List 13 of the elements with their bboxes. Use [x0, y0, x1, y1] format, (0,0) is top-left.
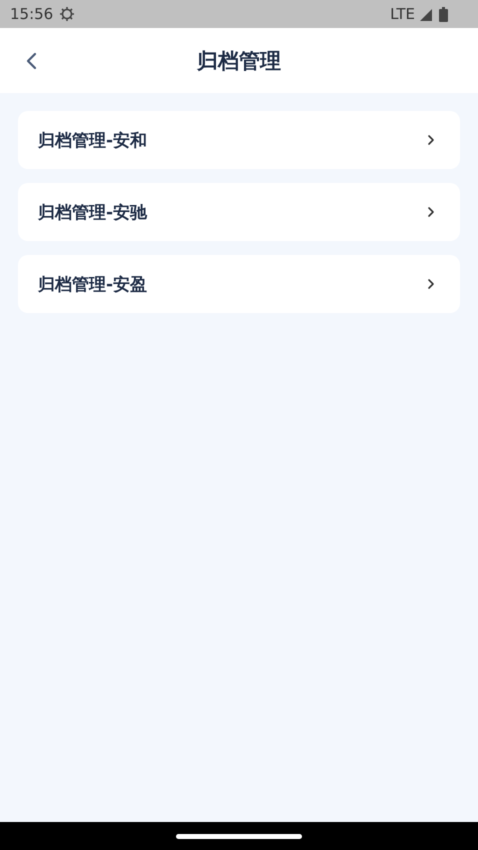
- chevron-icon: [426, 134, 436, 146]
- battery-icon: [439, 6, 448, 22]
- list-item[interactable]: 归档管理-安和: [18, 111, 460, 169]
- page-title: 归档管理: [197, 48, 281, 72]
- list-item[interactable]: 归档管理-安盈: [18, 255, 460, 313]
- gear-icon: [59, 6, 76, 22]
- list-item[interactable]: 归档管理-安驰: [18, 183, 460, 241]
- home-indicator[interactable]: [176, 834, 302, 838]
- chevron-icon: [426, 206, 436, 218]
- chevron-icon: [426, 278, 436, 290]
- network-type: LTE: [390, 5, 415, 23]
- status-time: 15:56: [10, 5, 54, 23]
- signal-icon: [420, 7, 434, 21]
